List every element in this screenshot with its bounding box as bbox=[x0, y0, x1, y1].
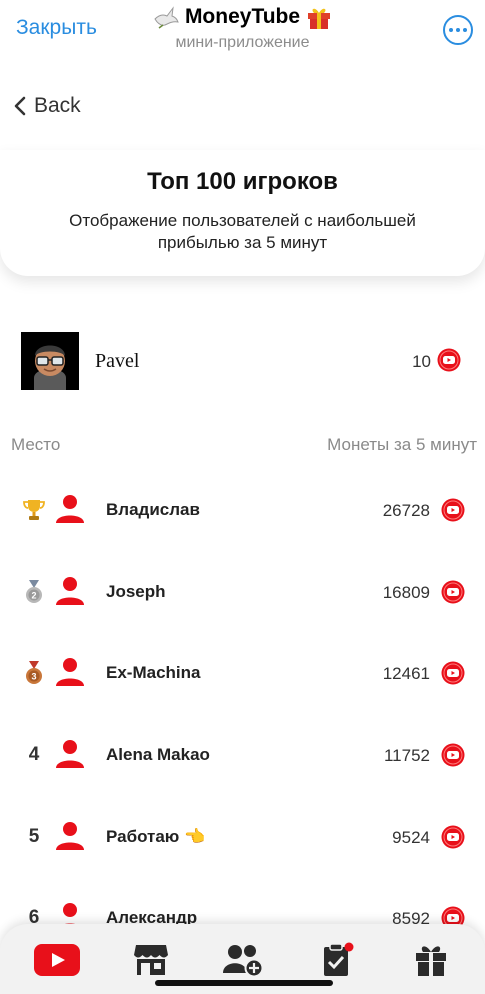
back-button[interactable]: Back bbox=[14, 94, 81, 118]
table-row[interactable]: Владислав 26728 bbox=[0, 490, 485, 530]
table-row[interactable]: 3 Ex-Machina 12461 bbox=[0, 653, 485, 693]
user-icon bbox=[56, 822, 84, 850]
bronze-medal-icon: 3 bbox=[22, 659, 46, 687]
player-coins: 11752 bbox=[383, 746, 430, 765]
current-user-name: Pavel bbox=[95, 350, 140, 372]
current-user-row: Pavel 10 bbox=[21, 332, 465, 390]
silver-medal-icon: 2 bbox=[22, 578, 46, 606]
coin-icon bbox=[441, 743, 465, 767]
gift-emoji-icon bbox=[308, 8, 331, 29]
svg-text:3: 3 bbox=[31, 672, 36, 682]
player-name: Работаю 👈 bbox=[106, 827, 206, 846]
app-title-block: MoneyTube мини-приложение bbox=[0, 4, 485, 52]
user-icon bbox=[56, 495, 84, 523]
add-friends-icon bbox=[223, 945, 264, 977]
player-name: Ex-Machina bbox=[106, 663, 201, 682]
coin-icon bbox=[441, 661, 465, 685]
avatar bbox=[21, 332, 79, 390]
leaderboard-header-card: Топ 100 игроков Отображение пользователе… bbox=[0, 150, 485, 276]
tasks-icon bbox=[324, 942, 354, 976]
telegram-header: Закрыть MoneyTube мини-приложение bbox=[0, 0, 485, 62]
chevron-left-icon bbox=[14, 96, 26, 116]
app-subtitle: мини-приложение bbox=[175, 34, 310, 51]
user-icon bbox=[56, 658, 84, 686]
tab-shop[interactable] bbox=[128, 940, 174, 980]
table-row[interactable]: 4 Alena Makao 11752 bbox=[0, 735, 485, 775]
player-coins: 9524 bbox=[392, 828, 430, 847]
player-name: Alena Makao bbox=[106, 745, 210, 764]
player-coins: 26728 bbox=[382, 501, 430, 520]
tab-youtube[interactable] bbox=[34, 940, 80, 980]
player-name: Joseph bbox=[106, 582, 166, 601]
player-name: Владислав bbox=[106, 500, 200, 519]
tab-tasks[interactable] bbox=[314, 940, 360, 980]
youtube-icon bbox=[34, 944, 80, 976]
coin-icon bbox=[437, 348, 461, 372]
dove-icon bbox=[154, 6, 179, 29]
current-user-coins: 10 bbox=[412, 352, 431, 371]
coin-icon bbox=[441, 498, 465, 522]
app-title-text: MoneyTube bbox=[184, 5, 301, 28]
back-label: Back bbox=[34, 94, 81, 117]
user-icon bbox=[56, 740, 84, 768]
rank-number: 5 bbox=[28, 826, 40, 847]
rank-column-header: Место bbox=[11, 435, 61, 454]
svg-text:2: 2 bbox=[31, 591, 36, 601]
player-coins: 16809 bbox=[382, 583, 430, 602]
table-row[interactable]: 5 Работаю 👈 9524 bbox=[0, 817, 485, 857]
shop-icon bbox=[134, 945, 168, 975]
table-row[interactable]: 2 Joseph 16809 bbox=[0, 572, 485, 612]
page-title: Топ 100 игроков bbox=[147, 168, 338, 195]
gold-trophy-icon bbox=[22, 496, 46, 524]
coin-icon bbox=[441, 580, 465, 604]
gift-icon bbox=[416, 946, 446, 976]
coins-column-header: Монеты за 5 минут bbox=[327, 435, 477, 454]
user-icon bbox=[56, 577, 84, 605]
app-title: MoneyTube bbox=[153, 4, 332, 30]
more-options-icon[interactable] bbox=[443, 15, 473, 45]
player-coins: 12461 bbox=[382, 664, 430, 683]
rank-number: 4 bbox=[28, 744, 40, 765]
page-subtitle: Отображение пользователей с наибольшей п… bbox=[69, 211, 416, 252]
tab-friends[interactable] bbox=[221, 940, 267, 980]
tab-gifts[interactable] bbox=[408, 940, 454, 980]
home-indicator[interactable] bbox=[155, 980, 333, 986]
coin-icon bbox=[441, 825, 465, 849]
